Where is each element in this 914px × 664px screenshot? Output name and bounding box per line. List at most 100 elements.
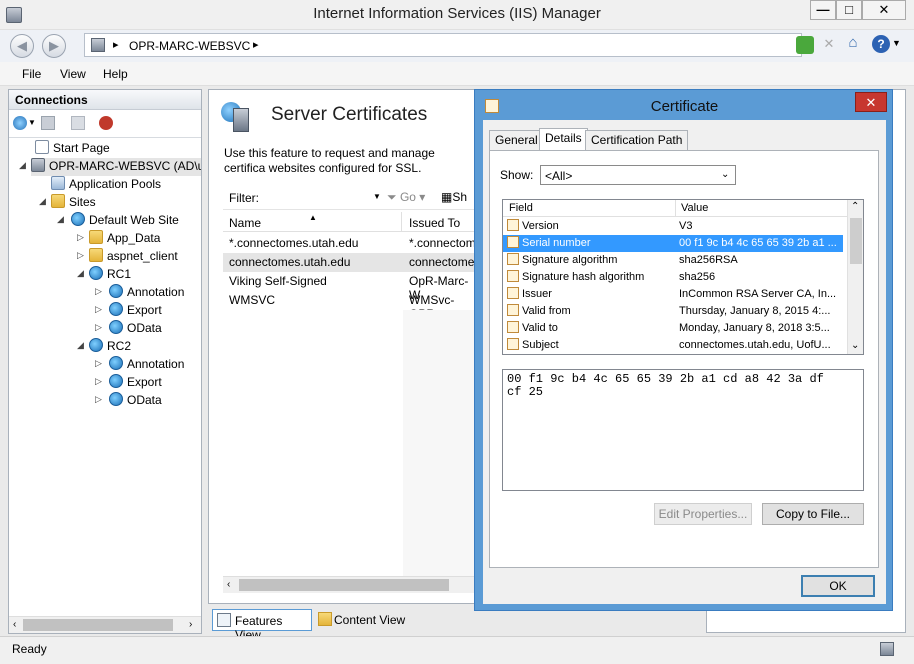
tab-certification-path[interactable]: Certification Path — [585, 130, 689, 150]
expander-icon[interactable]: ◢ — [39, 196, 46, 207]
tree-item-rc2-export[interactable]: Export — [109, 374, 162, 392]
ok-button[interactable]: OK — [801, 575, 875, 597]
edit-properties-button[interactable]: Edit Properties... — [654, 503, 752, 525]
field-row[interactable]: Signature algorithm sha256RSA — [503, 252, 843, 269]
column-divider[interactable] — [675, 200, 676, 217]
help-icon[interactable]: ? — [872, 35, 890, 53]
scroll-down-icon[interactable]: ⌄ — [851, 340, 859, 351]
forward-button[interactable]: ▶ — [42, 34, 66, 58]
tree-item-aspnet-client[interactable]: aspnet_client — [89, 248, 178, 266]
expander-icon[interactable]: ▷ — [95, 358, 102, 369]
back-button[interactable]: ◀ — [10, 34, 34, 58]
expander-icon[interactable]: ▷ — [77, 250, 84, 261]
field-row[interactable]: Subject connectomes.utah.edu, UofU... — [503, 337, 843, 354]
scroll-thumb[interactable] — [239, 579, 449, 591]
table-row[interactable]: WMSVC WMSvc-OPR — [223, 291, 477, 321]
start-page-icon — [35, 140, 49, 154]
expander-icon[interactable]: ▷ — [77, 232, 84, 243]
address-bar[interactable]: ▸ OPR-MARC-WEBSVC ▸ — [84, 33, 802, 57]
field-detail-textbox[interactable]: 00 f1 9c b4 4c 65 65 39 2b a1 cd a8 42 3… — [502, 369, 864, 491]
scroll-left-icon[interactable]: ‹ — [227, 579, 230, 590]
field-row[interactable]: Issuer InCommon RSA Server CA, In... — [503, 286, 843, 303]
minimize-button[interactable]: — — [810, 0, 836, 20]
expander-icon[interactable]: ◢ — [77, 268, 84, 279]
field-row-selected[interactable]: Serial number 00 f1 9c b4 4c 65 65 39 2b … — [503, 235, 843, 252]
connect-icon[interactable] — [13, 116, 27, 130]
grid-vscrollbar[interactable]: ⌃ ⌄ — [847, 200, 863, 354]
column-header-issued-to[interactable]: Issued To — [409, 216, 460, 230]
tree-item-rc2-annotation[interactable]: Annotation — [109, 356, 184, 374]
up-icon[interactable] — [71, 116, 85, 130]
stop-icon[interactable]: ✕ — [820, 36, 838, 54]
refresh-icon[interactable] — [796, 36, 814, 54]
tree-item-start-page[interactable]: Start Page — [35, 140, 110, 158]
expander-icon[interactable]: ▷ — [95, 376, 102, 387]
tree-item-sites[interactable]: Sites — [51, 194, 96, 212]
scroll-right-icon[interactable]: › — [189, 619, 192, 630]
go-button[interactable]: ⏷ Go ▾ — [387, 190, 425, 205]
field-row[interactable]: Version V3 — [503, 218, 843, 235]
expander-icon[interactable]: ◢ — [77, 340, 84, 351]
field-row[interactable]: Valid from Thursday, January 8, 2015 4:..… — [503, 303, 843, 320]
scroll-up-icon[interactable]: ⌃ — [851, 201, 859, 212]
column-header-name[interactable]: Name — [229, 216, 261, 230]
home-icon[interactable]: ⌂ — [844, 34, 862, 52]
expander-icon[interactable]: ▷ — [95, 286, 102, 297]
application-icon — [89, 266, 103, 280]
sites-icon — [51, 194, 65, 208]
tree-item-app-data[interactable]: App_Data — [89, 230, 160, 248]
tab-details[interactable]: Details — [539, 128, 588, 151]
tree-item-application-pools[interactable]: Application Pools — [51, 176, 161, 194]
copy-to-file-button[interactable]: Copy to File... — [762, 503, 864, 525]
field-icon — [507, 321, 519, 333]
breadcrumb-server[interactable]: OPR-MARC-WEBSVC — [129, 39, 250, 53]
connect-dropdown-icon[interactable]: ▼ — [28, 118, 36, 127]
menu-help[interactable]: Help — [103, 67, 128, 81]
tree-item-rc2[interactable]: RC2 — [89, 338, 131, 356]
expander-icon[interactable]: ▷ — [95, 304, 102, 315]
expander-icon[interactable]: ◢ — [19, 160, 26, 171]
maximize-button[interactable]: □ — [836, 0, 862, 20]
tab-general[interactable]: General — [489, 130, 544, 150]
tree-item-rc1-odata[interactable]: OData — [109, 320, 162, 338]
filter-dropdown-icon[interactable]: ▼ — [373, 192, 381, 201]
table-row[interactable]: *.connectomes.utah.edu *.connectom — [223, 234, 477, 253]
show-select[interactable]: <All> ⌄ — [540, 165, 736, 185]
scroll-left-icon[interactable]: ‹ — [13, 619, 16, 630]
tree-item-rc1-export[interactable]: Export — [109, 302, 162, 320]
tree-item-rc1[interactable]: RC1 — [89, 266, 131, 284]
scroll-thumb[interactable] — [23, 619, 173, 631]
help-dropdown-icon[interactable]: ▼ — [892, 38, 901, 48]
tree-item-rc2-odata[interactable]: OData — [109, 392, 162, 410]
show-all-icon: ▦ — [441, 190, 453, 204]
expander-icon[interactable]: ▷ — [95, 394, 102, 405]
content-view-tab[interactable]: Content View — [316, 609, 416, 631]
certificate-list: Name ▲ Issued To *.connectomes.utah.edu … — [223, 212, 477, 576]
column-divider[interactable] — [401, 212, 402, 232]
dialog-close-button[interactable]: ✕ — [855, 92, 887, 112]
connections-hscrollbar[interactable]: ‹ › — [9, 616, 201, 633]
disconnect-icon[interactable] — [99, 116, 113, 130]
column-header-field[interactable]: Field — [509, 200, 533, 216]
menu-file[interactable]: File — [22, 67, 41, 81]
table-row[interactable]: connectomes.utah.edu connectome — [223, 253, 477, 272]
tree-item-default-web-site[interactable]: Default Web Site — [71, 212, 179, 230]
expander-icon[interactable]: ◢ — [57, 214, 64, 225]
scroll-thumb[interactable] — [850, 218, 862, 264]
tree-item-server[interactable]: OPR-MARC-WEBSVC (AD\u0 — [31, 158, 201, 176]
field-row[interactable]: Signature hash algorithm sha256 — [503, 269, 843, 286]
column-header-value[interactable]: Value — [681, 200, 708, 216]
field-row[interactable]: Valid to Monday, January 8, 2018 3:5... — [503, 320, 843, 337]
tree-item-rc1-annotation[interactable]: Annotation — [109, 284, 184, 302]
expander-icon[interactable]: ▷ — [95, 322, 102, 333]
features-view-tab[interactable]: Features View — [212, 609, 312, 642]
close-button[interactable]: ✕ — [862, 0, 906, 20]
list-hscrollbar[interactable]: ‹ — [223, 576, 477, 593]
filter-input[interactable] — [269, 188, 383, 206]
show-all-button[interactable]: ▦Sh — [441, 190, 467, 204]
save-icon[interactable] — [41, 116, 55, 130]
table-row[interactable]: Viking Self-Signed OpR-Marc-W — [223, 272, 477, 302]
menu-view[interactable]: View — [60, 67, 86, 81]
breadcrumb-arrow-end[interactable]: ▸ — [253, 38, 259, 51]
list-header: Name ▲ Issued To — [223, 212, 477, 232]
